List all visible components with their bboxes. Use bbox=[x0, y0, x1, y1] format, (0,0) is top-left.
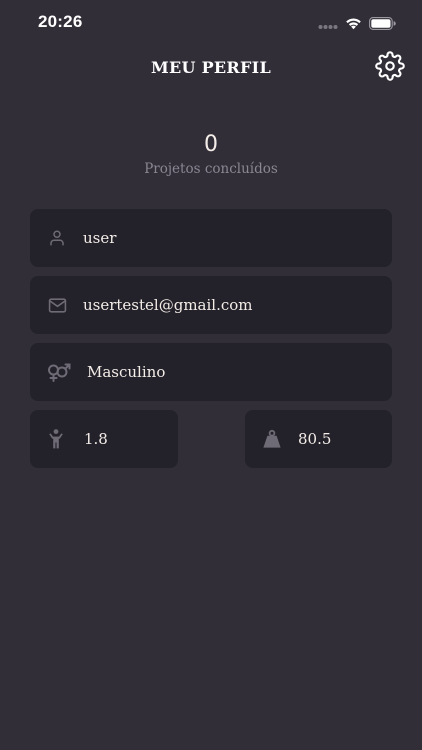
user-icon bbox=[47, 228, 67, 248]
status-bar: 20:26 bbox=[0, 0, 422, 46]
projects-stats: 0 Projetos concluídos bbox=[0, 130, 422, 177]
header: MEU PERFIL bbox=[0, 46, 422, 92]
projects-label: Projetos concluídos bbox=[144, 161, 278, 177]
weight-value: 80.5 bbox=[298, 430, 332, 448]
gender-value: Masculino bbox=[87, 363, 166, 381]
gender-icon bbox=[47, 362, 71, 382]
page-title: MEU PERFIL bbox=[150, 58, 272, 77]
gender-field[interactable]: Masculino bbox=[30, 343, 392, 401]
status-icons bbox=[318, 15, 396, 34]
email-field[interactable]: usertestel@gmail.com bbox=[30, 276, 392, 334]
height-field[interactable]: 1.8 bbox=[30, 410, 178, 468]
name-field[interactable]: user bbox=[30, 209, 392, 267]
projects-count: 0 bbox=[204, 132, 218, 157]
gear-icon bbox=[375, 51, 405, 85]
settings-button[interactable] bbox=[374, 51, 406, 85]
status-time: 20:26 bbox=[38, 12, 83, 31]
person-height-icon bbox=[46, 429, 66, 449]
height-value: 1.8 bbox=[84, 430, 108, 448]
signal-dots-icon bbox=[318, 15, 338, 34]
email-value: usertestel@gmail.com bbox=[83, 296, 253, 314]
mail-icon bbox=[47, 295, 67, 315]
name-value: user bbox=[83, 229, 117, 247]
wifi-icon bbox=[345, 15, 362, 34]
battery-icon bbox=[369, 15, 396, 34]
weight-field[interactable]: 80.5 bbox=[245, 410, 392, 468]
weight-icon bbox=[262, 429, 282, 449]
